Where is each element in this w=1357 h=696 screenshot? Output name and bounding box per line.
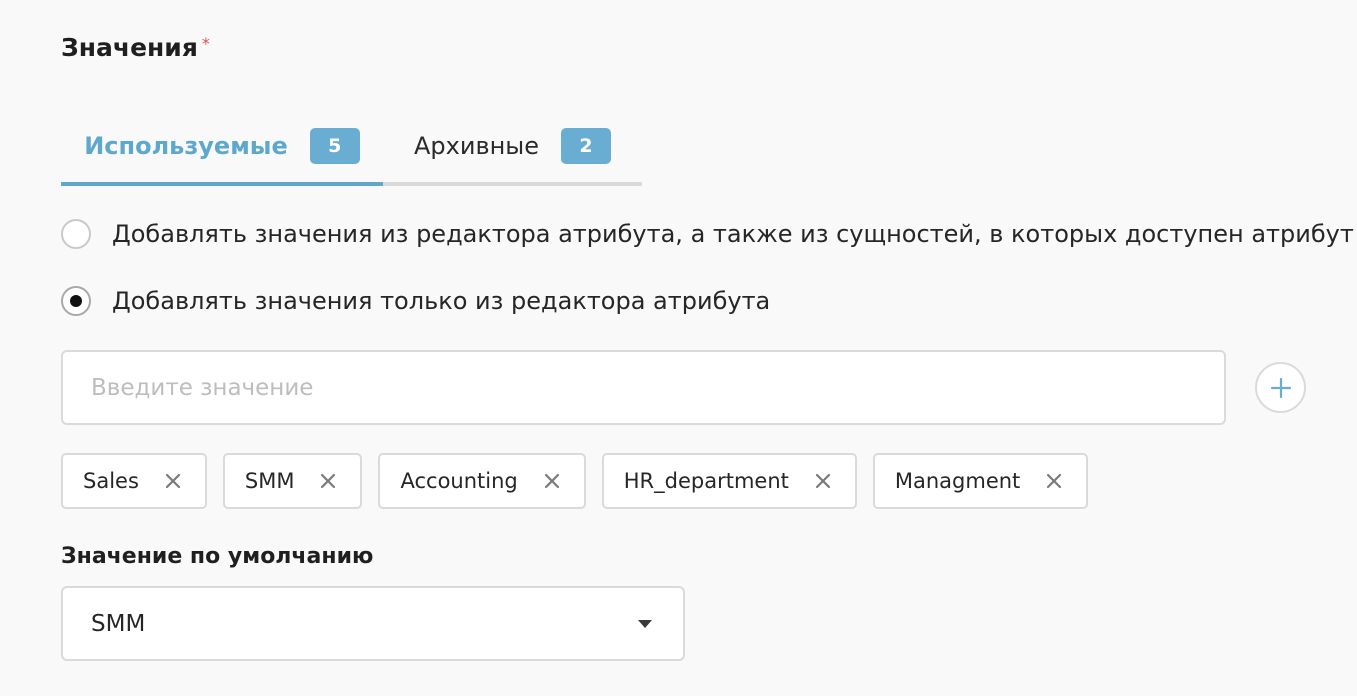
value-chip: Managment xyxy=(872,453,1089,509)
radio-option-label: Добавлять значения только из редактора а… xyxy=(112,287,771,315)
value-chip: Accounting xyxy=(378,453,586,509)
radio-button-checked[interactable] xyxy=(61,286,91,316)
active-tab-indicator xyxy=(61,182,383,186)
chip-label: HR_department xyxy=(623,469,789,493)
value-chip: HR_department xyxy=(601,453,857,509)
chip-label: Sales xyxy=(83,469,139,493)
plus-icon xyxy=(1270,377,1291,398)
section-title: Значения * xyxy=(61,30,210,66)
tab-used-label: Используемые xyxy=(84,132,288,160)
close-icon[interactable] xyxy=(542,471,562,491)
radio-option-editor-only[interactable]: Добавлять значения только из редактора а… xyxy=(61,284,770,318)
close-icon[interactable] xyxy=(1044,471,1064,491)
value-chip: SMM xyxy=(222,453,363,509)
add-value-button[interactable] xyxy=(1255,362,1306,413)
tab-archive-count-badge: 2 xyxy=(561,128,611,164)
tab-used[interactable]: Используемые 5 xyxy=(61,110,383,182)
close-icon[interactable] xyxy=(813,471,833,491)
chip-label: Managment xyxy=(894,469,1021,493)
chip-label: SMM xyxy=(244,469,295,493)
values-tabs: Используемые 5 Архивные 2 xyxy=(61,110,642,186)
radio-option-label: Добавлять значения из редактора атрибута… xyxy=(112,220,1354,248)
section-title-text: Значения xyxy=(61,33,198,62)
tab-archive-label: Архивные xyxy=(413,132,539,160)
close-icon[interactable] xyxy=(163,471,183,491)
default-value-label: Значение по умолчанию xyxy=(61,544,374,569)
close-icon[interactable] xyxy=(318,471,338,491)
chip-label: Accounting xyxy=(400,469,518,493)
values-settings-panel: Значения * Используемые 5 Архивные 2 Доба… xyxy=(0,0,1357,696)
value-chip: Sales xyxy=(61,453,207,509)
default-value-selected: SMM xyxy=(91,610,146,637)
new-value-input[interactable] xyxy=(61,350,1226,425)
default-value-select[interactable]: SMM xyxy=(61,586,685,661)
radio-button-unchecked[interactable] xyxy=(61,219,91,249)
required-asterisk: * xyxy=(201,34,210,53)
value-chips: Sales SMM Accounting HR_department Manag… xyxy=(61,453,1089,509)
tab-archive[interactable]: Архивные 2 xyxy=(383,110,642,182)
caret-down-icon xyxy=(637,619,653,629)
radio-option-editor-and-entities[interactable]: Добавлять значения из редактора атрибута… xyxy=(61,217,1354,251)
tab-used-count-badge: 5 xyxy=(309,128,360,164)
